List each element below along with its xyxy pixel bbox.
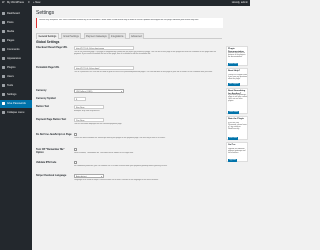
sidebar-item-comments[interactable]: Comments [0, 46, 32, 54]
button-text-desc: Example: Buy Now/ Buy Access [74, 110, 100, 112]
button-text-label: Button Text [36, 105, 50, 108]
promo-box: Rate the Plugin If you like Give Password… [226, 116, 248, 140]
sidebar-item-label: Pages [7, 39, 15, 42]
no-javascript-checkbox[interactable] [74, 133, 77, 136]
promo-box: Need Something for Another? If you need a… [226, 88, 248, 114]
sidebar-item-tools[interactable]: Tools [0, 82, 32, 90]
sidebar-item-appearance[interactable]: Appearance [0, 55, 32, 63]
tab-general-settings[interactable]: General Settings [36, 32, 59, 39]
plugins-icon [2, 66, 5, 70]
validate-ipn-label: Validate IPN Code [36, 161, 57, 164]
pages-icon [2, 39, 5, 43]
promo-box-text: Contact our support team if you have any… [228, 73, 248, 80]
sidebar-item-give-passwords[interactable]: Give Passwords [0, 100, 32, 108]
promo-box-text: Find out how to use all features of the … [228, 51, 246, 58]
sidebar-item-label: Tools [7, 84, 14, 87]
sidebar-item-label: Collapse menu [7, 111, 25, 114]
permalink-input[interactable]: http://127.0.0.1/checkout/ [74, 66, 134, 70]
promo-box: Go Pro Upgrade for additional payment gat… [226, 142, 248, 162]
payment-button-label: Payment Page Button Text [36, 118, 67, 121]
promo-box-title: Go Pro [228, 144, 236, 146]
permalink-desc: This is a protected URL that will be use… [74, 71, 213, 73]
sidebar-item-label: Plugins [7, 66, 16, 69]
promo-box-button[interactable]: Get Support [228, 82, 240, 86]
comments-count[interactable]: 0 [28, 1, 29, 4]
permalink-label: Permalink Page URL [36, 66, 60, 69]
validate-ipn-desc: For additional protection, you can valid… [74, 165, 168, 167]
sidebar-item-dashboard[interactable]: Dashboard [0, 10, 32, 18]
users-icon [2, 75, 5, 79]
promo-box-button[interactable]: Upgrade [228, 158, 237, 162]
wordpress-logo[interactable]: W [2, 1, 4, 4]
posts-icon [2, 21, 5, 25]
sidebar-item-collapse-menu[interactable]: Collapse menu [0, 109, 32, 117]
sidebar-item-label: Dashboard [7, 12, 20, 15]
currency-label: Currency [36, 89, 47, 92]
sidebar-item-label: Media [7, 30, 15, 33]
checkout-language-desc: Language to be used for Stripe Checkout … [74, 179, 159, 181]
sidebar-item-label: Comments [7, 48, 20, 51]
sidebar-item-media[interactable]: Media [0, 28, 32, 36]
remember-me-checkbox[interactable] [74, 148, 77, 151]
dashboard-icon [2, 12, 5, 16]
page-title: Settings [36, 10, 55, 16]
sidebar-item-posts[interactable]: Posts [0, 19, 32, 27]
promo-box-title: Rate the Plugin [228, 118, 244, 120]
settings-icon [2, 93, 5, 97]
validate-ipn-checkbox[interactable] [74, 161, 77, 164]
tab-advanced[interactable]: Advanced [128, 32, 145, 39]
tab-email-settings[interactable]: Email Settings [61, 32, 82, 39]
appearance-icon [2, 57, 5, 61]
license-notice: License Key Required: Your Give Password… [36, 18, 223, 28]
currency-select[interactable]: US Dollars (USD) [74, 89, 124, 94]
no-javascript-desc: Check this box to disable the JavaScript… [74, 137, 166, 139]
new-content-link[interactable]: + New [33, 1, 40, 4]
passwords-icon [2, 102, 5, 106]
promo-box-button[interactable]: Learn More [228, 110, 240, 114]
checkout-page-desc: This is the checkout page. This page is … [74, 51, 217, 56]
payment-button-desc: Text for the button displayed on the che… [74, 123, 123, 125]
sidebar-item-pages[interactable]: Pages [0, 37, 32, 45]
tab-payment-gateways[interactable]: Payment Gateways [83, 32, 110, 39]
button-text-input[interactable]: Buy Now [74, 105, 104, 109]
sidebar-item-plugins[interactable]: Plugins [0, 64, 32, 72]
promo-box-button[interactable]: View Docs [228, 62, 239, 66]
currency-symbol-input[interactable]: $ [74, 97, 86, 101]
promo-box-text: If you like Give Passwords, please leave… [228, 121, 247, 131]
remember-me-label: Turn Off "Remember Me" Option [36, 148, 65, 154]
collapse-icon [2, 111, 5, 115]
comments-icon [2, 48, 5, 52]
admin-sidebar: Dashboard Posts Media Pages Comments Appearan… [0, 6, 32, 250]
remember-me-desc: When enabled, "Remember Me" checkbox wil… [74, 152, 134, 154]
sidebar-item-label: Give Passwords [7, 102, 26, 105]
settings-tabs: General Settings Email Settings Payment Ga… [36, 32, 222, 39]
license-notice-text: License Key Required: Your Give Password… [39, 19, 199, 21]
promo-box-button[interactable]: Rate Now [228, 136, 238, 140]
promo-box: Need Help? Contact our support team if yo… [226, 68, 248, 86]
checkout-page-input[interactable]: http://127.0.0.1/checkout-page [74, 46, 134, 50]
sidebar-item-label: Appearance [7, 57, 21, 60]
user-greeting[interactable]: Howdy, admin [232, 1, 248, 4]
tools-icon [2, 84, 5, 88]
promo-box-text: If you need a lightweight plugin to sell… [228, 93, 248, 103]
site-name-link[interactable]: My WordPress [7, 1, 24, 4]
tab-integrations[interactable]: Integrations [108, 32, 126, 39]
main-content: Settings License Key Required: Your Give… [32, 6, 250, 250]
sidebar-item-label: Settings [7, 93, 17, 96]
checkout-language-select[interactable]: Auto-detect [74, 174, 104, 179]
media-icon [2, 30, 5, 34]
sidebar-item-settings[interactable]: Settings [0, 91, 32, 99]
checkout-language-label: Stripe Checkout Language [36, 174, 67, 177]
currency-symbol-label: Currency Symbol [36, 97, 56, 100]
sidebar-item-users[interactable]: Users [0, 73, 32, 81]
promo-box-text: Upgrade for additional payment gateways … [228, 147, 246, 154]
checkout-page-label: Checkout/ Result Page URL [36, 46, 68, 49]
sidebar-item-label: Users [7, 75, 14, 78]
payment-button-input[interactable]: Pay Now [74, 118, 104, 122]
promo-box: Plugin Documentation Find out how to use … [226, 46, 248, 66]
promo-box-title: Need Help? [228, 70, 241, 72]
no-javascript-label: Do Not Use JavaScript on Page [36, 133, 72, 136]
section-title: Global Settings [36, 40, 60, 44]
sidebar-item-label: Posts [7, 21, 14, 24]
